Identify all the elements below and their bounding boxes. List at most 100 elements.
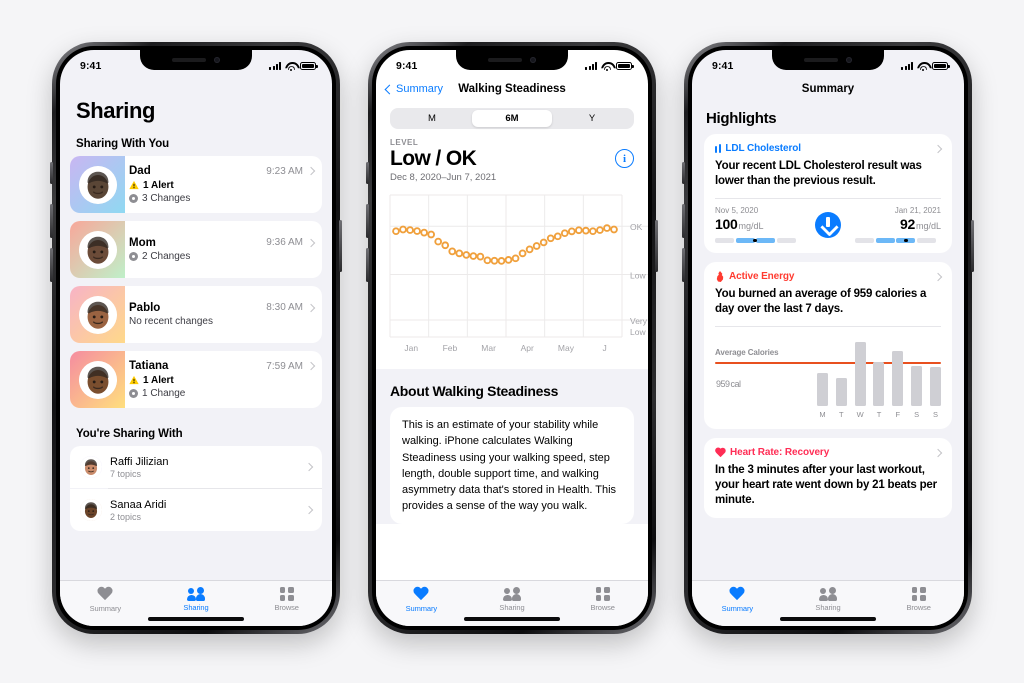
table-row[interactable]: Dad 9:23 AM 1 Alert 3 Changes <box>70 156 322 213</box>
ldl-current-value: 92 <box>900 216 915 232</box>
phone2-notch <box>456 50 568 70</box>
tab-browse[interactable]: Browse <box>873 587 964 612</box>
phone3-power-button[interactable] <box>971 220 974 272</box>
day-label: W <box>856 410 864 419</box>
home-indicator[interactable] <box>464 617 560 621</box>
bar-column <box>892 351 904 406</box>
status-time: 9:41 <box>80 60 102 72</box>
level-caption: LEVEL <box>390 138 419 147</box>
level-row: Low / OK i <box>376 147 648 170</box>
day-label: M <box>819 410 826 419</box>
battery-icon <box>616 62 634 70</box>
active-energy-chart[interactable]: Average Calories 959cal M T W T F S S <box>715 334 941 419</box>
status-time: 9:41 <box>396 60 418 72</box>
cellular-bars-icon <box>901 62 913 70</box>
svg-text:Jan: Jan <box>404 343 418 353</box>
bar-column <box>835 378 847 406</box>
chevron-right-icon[interactable] <box>306 238 316 247</box>
phone1-volume-up[interactable] <box>50 204 53 238</box>
svg-text:Low: Low <box>630 327 646 337</box>
chevron-right-icon[interactable] <box>304 505 314 515</box>
table-row[interactable]: Tatiana 7:59 AM 1 Alert 1 Change <box>70 351 322 408</box>
segment-6m[interactable]: 6M <box>472 110 552 127</box>
time-range-segmented-control[interactable]: M 6M Y <box>390 108 634 129</box>
highlight-card-active-energy[interactable]: Active Energy You burned an average of 9… <box>704 262 952 429</box>
table-row[interactable]: Pablo 8:30 AM No recent changes <box>70 286 322 343</box>
home-indicator[interactable] <box>148 617 244 621</box>
phone1-content: Sharing Sharing With You Dad 9:23 AM 1 Ale… <box>60 76 332 626</box>
tab-sharing[interactable]: Sharing <box>467 587 558 612</box>
chevron-right-icon[interactable] <box>933 144 943 153</box>
bar-column <box>873 362 885 406</box>
walking-steadiness-svg: OKLowVeryLowJan Feb Mar Apr May J <box>389 194 648 353</box>
earpiece-speaker-icon <box>804 58 838 62</box>
earpiece-speaker-icon <box>172 58 206 62</box>
subtitle-text: 1 Change <box>142 388 186 399</box>
memoji-avatar <box>80 499 102 521</box>
earpiece-speaker-icon <box>488 58 522 62</box>
walking-steadiness-chart[interactable]: OK Low Very Low Jan Feb Mar Apr May J <box>376 189 648 369</box>
memoji-avatar <box>80 456 102 478</box>
status-indicators <box>585 62 634 71</box>
tab-summary[interactable]: Summary <box>692 587 783 613</box>
phone2-power-button[interactable] <box>655 220 658 272</box>
phone2-volume-up[interactable] <box>366 204 369 238</box>
tab-summary[interactable]: Summary <box>60 587 151 613</box>
row-meta: 7:59 AM <box>266 361 316 372</box>
tab-sharing[interactable]: Sharing <box>783 587 874 612</box>
phone2-mute-switch[interactable] <box>366 162 369 184</box>
segment-m[interactable]: M <box>392 110 472 127</box>
phone1-mute-switch[interactable] <box>50 162 53 184</box>
list-item[interactable]: Sanaa Aridi 2 topics <box>70 489 322 531</box>
tab-summary[interactable]: Summary <box>376 587 467 613</box>
bar <box>892 351 904 406</box>
change-dot-icon <box>129 389 138 398</box>
phone2-content: Summary Walking Steadiness M 6M Y LEVEL Lo… <box>376 76 648 626</box>
highlight-card-ldl-cholesterol[interactable]: LDL Cholesterol Your recent LDL Choleste… <box>704 134 952 253</box>
segment-y[interactable]: Y <box>552 110 632 127</box>
tab-sharing[interactable]: Sharing <box>151 587 242 612</box>
phone1-screen: 9:41 Sharing Sharing With You Dad 9:23 AM… <box>60 50 332 626</box>
tab-label: Browse <box>590 603 615 612</box>
row-meta: 9:23 AM <box>266 165 316 177</box>
change-dot-icon <box>129 194 138 203</box>
info-circle-icon[interactable]: i <box>615 149 634 169</box>
list-item[interactable]: Raffi Jilizian 7 topics <box>70 446 322 488</box>
row-subtitle: 2 Changes <box>129 251 314 262</box>
chevron-right-icon[interactable] <box>933 448 943 457</box>
timestamp: 9:23 AM <box>266 165 303 177</box>
card-body-text: You burned an average of 959 calories a … <box>715 288 927 315</box>
phone3-inner: 9:41 Summary Highlights LDL Cholesterol … <box>688 46 968 630</box>
avatar <box>80 499 102 521</box>
tab-browse[interactable]: Browse <box>557 587 648 612</box>
contact-name: Dad <box>129 165 151 177</box>
chevron-right-icon[interactable] <box>306 166 316 176</box>
phone3-volume-up[interactable] <box>682 204 685 238</box>
svg-text:May: May <box>558 343 575 353</box>
home-indicator[interactable] <box>780 617 876 621</box>
ldl-previous-date: Nov 5, 2020 <box>715 206 759 215</box>
chevron-right-icon[interactable] <box>933 272 943 281</box>
highlight-card-heart-rate-recovery[interactable]: Heart Rate: Recovery In the 3 minutes af… <box>704 438 952 518</box>
heart-icon <box>729 587 745 602</box>
chevron-right-icon[interactable] <box>306 303 316 312</box>
tab-browse[interactable]: Browse <box>241 587 332 612</box>
phone3-mute-switch[interactable] <box>682 162 685 184</box>
row-top: Pablo 8:30 AM <box>129 302 316 314</box>
status-time: 9:41 <box>712 60 734 72</box>
phone1-volume-down[interactable] <box>50 248 53 282</box>
row-subtitle: 1 Change <box>129 388 314 399</box>
back-button[interactable]: Summary <box>384 83 443 95</box>
chevron-right-icon[interactable] <box>306 361 316 371</box>
cellular-bars-icon <box>585 62 597 70</box>
phone3-volume-down[interactable] <box>682 248 685 282</box>
phone2-volume-down[interactable] <box>366 248 369 282</box>
heart-icon <box>413 587 429 602</box>
table-row[interactable]: Mom 9:36 AM 2 Changes <box>70 221 322 278</box>
card-header: LDL Cholesterol <box>715 143 943 154</box>
chevron-right-icon[interactable] <box>304 462 314 472</box>
people-icon <box>503 587 521 601</box>
phone3-notch <box>772 50 884 70</box>
phone1-power-button[interactable] <box>339 220 342 272</box>
ldl-comparison-row: Nov 5, 2020 100mg/dL Jan 21, 2021 92mg/d… <box>715 206 941 243</box>
